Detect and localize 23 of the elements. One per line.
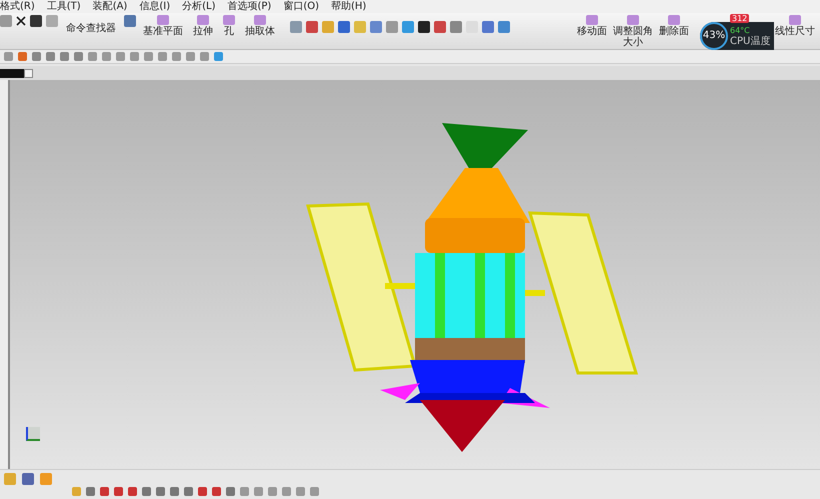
toolbar-button[interactable]: 删除面 [656, 15, 692, 48]
toolbar-button[interactable]: 拉伸 [190, 15, 216, 37]
menu-item[interactable]: 信息(I) [139, 2, 170, 12]
toolbar-button[interactable]: 线性尺寸 [772, 15, 818, 48]
menu-item[interactable]: 分析(L) [182, 2, 216, 12]
toolbar-button[interactable]: 抽取体 [242, 15, 278, 37]
cpu-label: CPU温度 [730, 36, 770, 46]
menu-item[interactable]: 工具(T) [46, 2, 81, 12]
toolbar-button[interactable]: 命令查找器 [62, 15, 120, 43]
menu-item[interactable]: 帮助(H) [331, 2, 366, 12]
count-badge: 312 [730, 14, 750, 23]
temperature-text: 64°C [730, 26, 750, 36]
menu-item[interactable]: 首选项(P) [227, 2, 272, 12]
axis-triad-icon [26, 427, 40, 441]
menu-item[interactable]: 装配(A) [92, 2, 128, 12]
menu-item[interactable]: 窗口(O) [283, 2, 320, 12]
toolbar-button[interactable]: 孔 [220, 15, 238, 37]
toolbar-button[interactable]: 移动面 [574, 15, 610, 48]
menu-item[interactable]: 格式(R) [0, 2, 35, 12]
toolbar-button[interactable]: 调整圆角大小 [610, 15, 656, 48]
cpu-usage-gauge: 43% [700, 22, 728, 50]
toolbar-button[interactable]: 基准平面 [140, 15, 186, 37]
close-icon[interactable] [16, 16, 26, 26]
